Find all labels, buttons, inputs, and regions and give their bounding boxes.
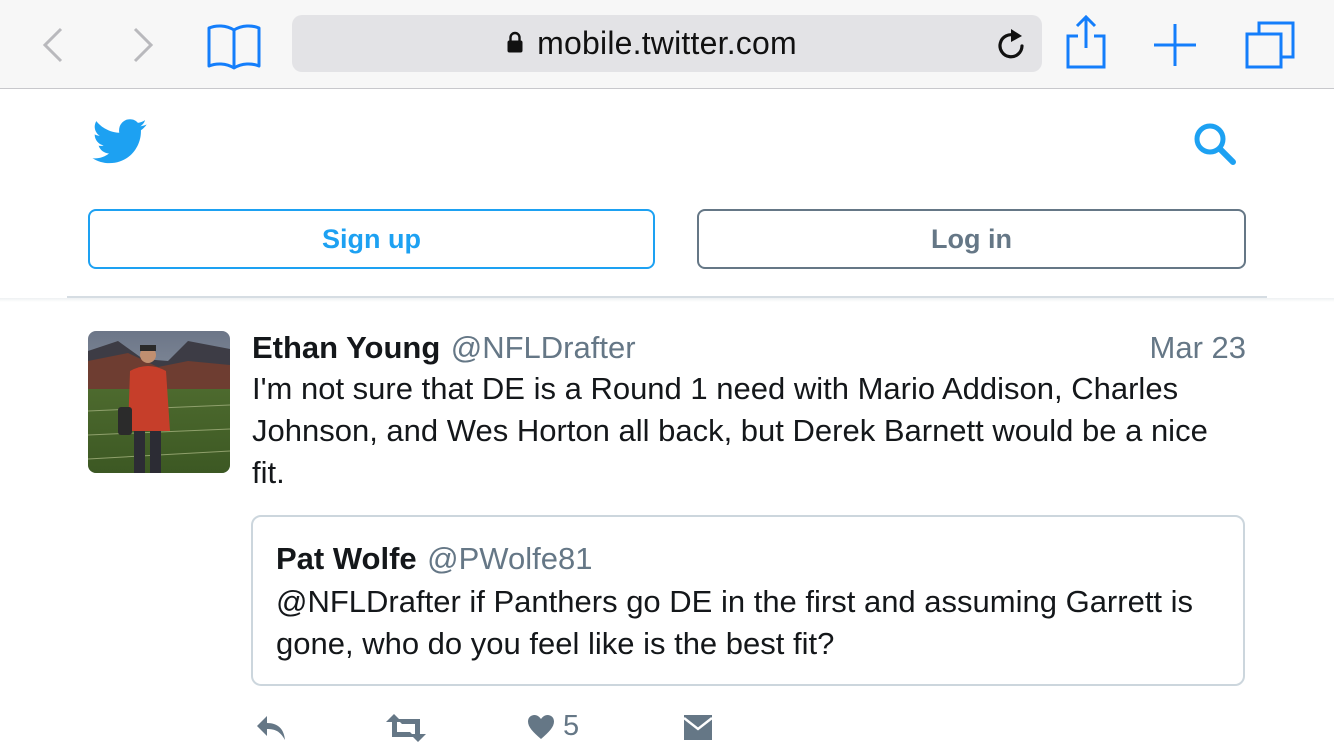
forward-icon [133, 27, 154, 63]
browser-toolbar: mobile.twitter.com [0, 0, 1334, 89]
back-icon [42, 27, 63, 63]
avatar[interactable] [88, 331, 230, 473]
url-text: mobile.twitter.com [537, 25, 797, 61]
tweet-header: Ethan Young @NFLDrafter [252, 328, 636, 368]
author-name[interactable]: Ethan Young [252, 330, 440, 365]
bookmarks-button[interactable] [206, 22, 262, 70]
tabs-icon [1245, 21, 1295, 69]
like-count: 5 [563, 710, 580, 742]
quoted-author-name: Pat Wolfe [276, 541, 417, 576]
new-tab-icon [1154, 24, 1196, 66]
share-button[interactable] [1064, 14, 1108, 70]
new-tab-button[interactable] [1152, 22, 1198, 68]
share-icon [1066, 14, 1106, 69]
reply-button[interactable] [255, 714, 287, 742]
forward-button[interactable] [128, 26, 158, 64]
tabs-button[interactable] [1244, 20, 1296, 70]
search-icon[interactable] [1192, 121, 1238, 167]
like-button[interactable]: 5 [527, 710, 579, 743]
log-in-button[interactable]: Log in [697, 209, 1246, 269]
tweet-date[interactable]: Mar 23 [1150, 328, 1246, 368]
back-button[interactable] [38, 26, 68, 64]
address-bar[interactable]: mobile.twitter.com [292, 15, 1042, 72]
quoted-author-handle: @PWolfe81 [427, 541, 593, 576]
direct-message-button[interactable] [683, 714, 713, 742]
lock-icon [507, 31, 523, 53]
header-shadow [0, 298, 1334, 302]
quoted-tweet-header: Pat Wolfe @PWolfe81 [276, 539, 592, 585]
retweet-button[interactable] [386, 714, 426, 742]
quoted-tweet-text: @NFLDrafter if Panthers go DE in the fir… [276, 584, 1194, 661]
sign-up-button[interactable]: Sign up [88, 209, 655, 269]
quoted-tweet[interactable]: Pat Wolfe @PWolfe81 @NFLDrafter if Panth… [251, 515, 1245, 686]
direct-message-icon [683, 715, 713, 740]
twitter-bird-icon[interactable] [92, 119, 148, 165]
tweet-actions: 5 [0, 710, 1334, 750]
reload-icon[interactable] [996, 27, 1028, 61]
tweet-text: I'm not sure that DE is a Round 1 need w… [252, 371, 1208, 490]
bookmarks-icon [207, 24, 261, 70]
heart-icon [528, 714, 554, 739]
retweet-icon [386, 714, 426, 742]
avatar-photo [88, 331, 230, 473]
reply-icon [257, 716, 285, 740]
author-handle[interactable]: @NFLDrafter [451, 330, 636, 365]
